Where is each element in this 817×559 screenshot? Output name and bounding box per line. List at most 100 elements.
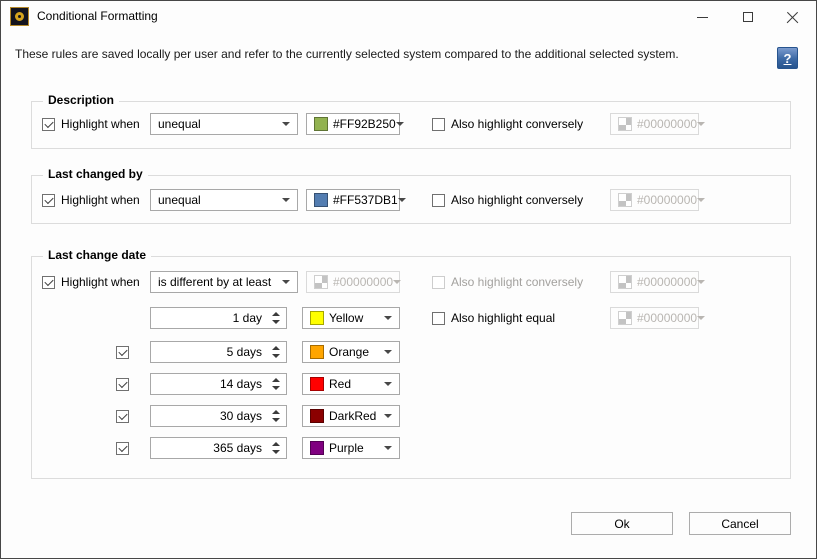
- spinner-arrows[interactable]: [272, 342, 280, 362]
- chevron-down-icon: [384, 414, 392, 418]
- spin-down-icon[interactable]: [272, 450, 280, 454]
- dropdown-value: unequal: [158, 193, 201, 207]
- chevron-down-icon: [697, 198, 705, 202]
- also-highlight-conversely-checkbox[interactable]: Also highlight conversely: [432, 189, 583, 211]
- chevron-down-icon: [697, 316, 705, 320]
- color-dropdown[interactable]: #FF92B250: [306, 113, 400, 135]
- highlight-when-checkbox[interactable]: Highlight when: [42, 271, 140, 293]
- checkbox-label: Also highlight conversely: [451, 193, 583, 207]
- chevron-down-icon: [697, 122, 705, 126]
- conversely-color-dropdown: #00000000: [610, 189, 699, 211]
- group-last-changed-by: Last changed by Highlight when unequal #…: [31, 175, 791, 224]
- transparent-swatch: [314, 275, 328, 289]
- spinner-value: 365 days: [213, 441, 262, 455]
- checkbox-label: Highlight when: [61, 117, 140, 131]
- threshold-color-dropdown[interactable]: Yellow: [302, 307, 400, 329]
- transparent-swatch: [618, 311, 632, 325]
- checkbox-label: Highlight when: [61, 193, 140, 207]
- chevron-down-icon: [697, 280, 705, 284]
- checkbox-label: Also highlight conversely: [451, 275, 583, 289]
- checkbox[interactable]: [116, 442, 129, 455]
- spin-up-icon[interactable]: [272, 312, 280, 316]
- checkbox[interactable]: [42, 194, 55, 207]
- ok-button-label: Ok: [614, 517, 629, 531]
- threshold-enabled-checkbox[interactable]: [116, 373, 129, 395]
- help-button[interactable]: ?: [777, 47, 798, 69]
- ok-button[interactable]: Ok: [571, 512, 673, 535]
- spin-up-icon[interactable]: [272, 442, 280, 446]
- chevron-down-icon: [384, 446, 392, 450]
- spin-up-icon[interactable]: [272, 410, 280, 414]
- checkbox[interactable]: [116, 378, 129, 391]
- condition-dropdown[interactable]: unequal: [150, 189, 298, 211]
- checkbox[interactable]: [116, 346, 129, 359]
- spinner-arrows[interactable]: [272, 406, 280, 426]
- threshold-enabled-checkbox[interactable]: [116, 405, 129, 427]
- checkbox[interactable]: [432, 118, 445, 131]
- spin-up-icon[interactable]: [272, 378, 280, 382]
- chevron-down-icon: [393, 280, 401, 284]
- spinner-arrows[interactable]: [272, 438, 280, 458]
- color-value: #00000000: [333, 275, 393, 289]
- color-name: DarkRed: [329, 409, 376, 423]
- spinner-arrows[interactable]: [272, 374, 280, 394]
- also-highlight-conversely-checkbox: Also highlight conversely: [432, 271, 583, 293]
- title-bar: Conditional Formatting: [1, 1, 816, 32]
- also-highlight-conversely-checkbox[interactable]: Also highlight conversely: [432, 113, 583, 135]
- threshold-spinner[interactable]: 14 days: [150, 373, 287, 395]
- minimize-button[interactable]: [680, 2, 725, 32]
- color-value: #00000000: [637, 117, 697, 131]
- color-dropdown[interactable]: #FF537DB1: [306, 189, 400, 211]
- color-swatch: [310, 345, 324, 359]
- group-title: Last change date: [43, 248, 151, 262]
- checkbox[interactable]: [42, 118, 55, 131]
- threshold-color-dropdown[interactable]: DarkRed: [302, 405, 400, 427]
- threshold-color-dropdown[interactable]: Purple: [302, 437, 400, 459]
- color-swatch: [314, 117, 328, 131]
- dropdown-value: is different by at least: [158, 275, 271, 289]
- threshold-spinner[interactable]: 5 days: [150, 341, 287, 363]
- checkbox[interactable]: [116, 410, 129, 423]
- checkbox-label: Also highlight conversely: [451, 117, 583, 131]
- spinner-value: 1 day: [233, 311, 262, 325]
- color-name: Orange: [329, 345, 369, 359]
- spin-down-icon[interactable]: [272, 320, 280, 324]
- app-logo-icon: [10, 7, 29, 26]
- window-title: Conditional Formatting: [37, 1, 158, 32]
- color-name: Purple: [329, 441, 364, 455]
- threshold-enabled-checkbox[interactable]: [116, 341, 129, 363]
- threshold-enabled-checkbox[interactable]: [116, 437, 129, 459]
- threshold-spinner[interactable]: 30 days: [150, 405, 287, 427]
- spin-down-icon[interactable]: [272, 418, 280, 422]
- checkbox[interactable]: [432, 312, 445, 325]
- highlight-when-checkbox[interactable]: Highlight when: [42, 189, 140, 211]
- color-swatch: [310, 377, 324, 391]
- transparent-swatch: [618, 117, 632, 131]
- threshold-color-dropdown[interactable]: Orange: [302, 341, 400, 363]
- spin-up-icon[interactable]: [272, 346, 280, 350]
- color-value: #00000000: [637, 275, 697, 289]
- condition-dropdown[interactable]: unequal: [150, 113, 298, 135]
- highlight-when-checkbox[interactable]: Highlight when: [42, 113, 140, 135]
- transparent-swatch: [618, 275, 632, 289]
- threshold-spinner[interactable]: 1 day: [150, 307, 287, 329]
- color-value: #FF92B250: [333, 117, 396, 131]
- checkbox[interactable]: [42, 276, 55, 289]
- condition-dropdown[interactable]: is different by at least: [150, 271, 298, 293]
- spin-down-icon[interactable]: [272, 386, 280, 390]
- close-button[interactable]: [770, 2, 815, 32]
- chevron-down-icon: [282, 122, 290, 126]
- also-highlight-equal-checkbox[interactable]: Also highlight equal: [432, 307, 555, 329]
- threshold-color-dropdown[interactable]: Red: [302, 373, 400, 395]
- cancel-button[interactable]: Cancel: [689, 512, 791, 535]
- color-swatch: [310, 311, 324, 325]
- spinner-arrows[interactable]: [272, 308, 280, 328]
- color-value: #00000000: [637, 311, 697, 325]
- checkbox: [432, 276, 445, 289]
- checkbox-label: Also highlight equal: [451, 311, 555, 325]
- threshold-spinner[interactable]: 365 days: [150, 437, 287, 459]
- spinner-value: 14 days: [220, 377, 262, 391]
- spin-down-icon[interactable]: [272, 354, 280, 358]
- checkbox[interactable]: [432, 194, 445, 207]
- maximize-button[interactable]: [725, 2, 770, 32]
